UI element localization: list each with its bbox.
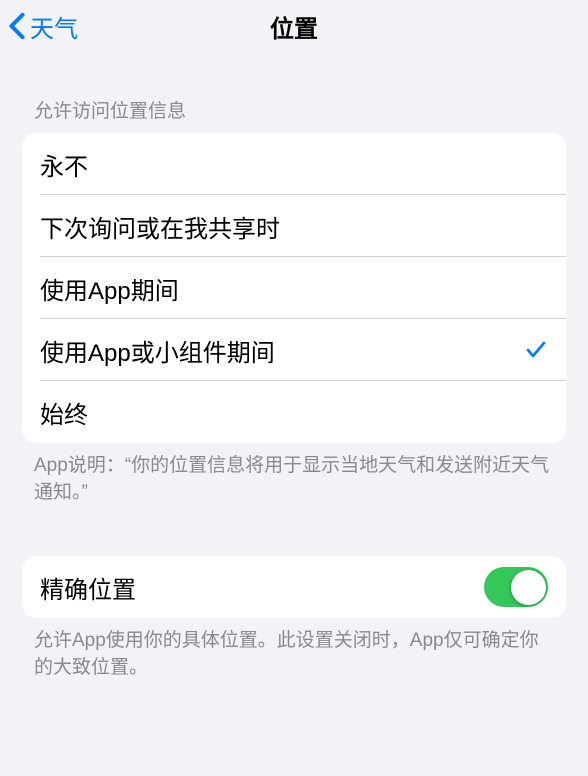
back-label: 天气 <box>30 9 78 44</box>
option-label: 使用App或小组件期间 <box>40 333 275 368</box>
allow-section-footer: App说明：“你的位置信息将用于显示当地天气和发送附近天气通知。” <box>0 443 588 506</box>
precise-location-row: 精确位置 <box>22 556 566 618</box>
allow-section-header: 允许访问位置信息 <box>0 96 588 133</box>
option-label: 始终 <box>40 395 88 430</box>
option-label: 永不 <box>40 147 88 182</box>
precise-section-footer: 允许App使用你的具体位置。此设置关闭时，App仅可确定你的大致位置。 <box>0 618 588 681</box>
back-button[interactable]: 天气 <box>8 9 78 44</box>
page-title: 位置 <box>270 9 318 44</box>
checkmark-icon <box>524 338 548 362</box>
option-never[interactable]: 永不 <box>22 133 566 195</box>
toggle-knob <box>511 570 546 605</box>
option-ask-next-time[interactable]: 下次询问或在我共享时 <box>22 195 566 257</box>
option-while-using-app-or-widgets[interactable]: 使用App或小组件期间 <box>22 319 566 381</box>
precise-location-toggle[interactable] <box>484 567 548 607</box>
chevron-left-icon <box>8 12 26 40</box>
nav-header: 天气 位置 <box>0 0 588 52</box>
content: 允许访问位置信息 永不 下次询问或在我共享时 使用App期间 使用App或小组件… <box>0 52 588 681</box>
option-label: 使用App期间 <box>40 271 179 306</box>
precise-location-group: 精确位置 <box>22 556 566 618</box>
precise-location-label: 精确位置 <box>40 570 136 605</box>
allow-options-list: 永不 下次询问或在我共享时 使用App期间 使用App或小组件期间 始终 <box>22 133 566 443</box>
option-label: 下次询问或在我共享时 <box>40 209 280 244</box>
option-while-using-app[interactable]: 使用App期间 <box>22 257 566 319</box>
option-always[interactable]: 始终 <box>22 381 566 443</box>
